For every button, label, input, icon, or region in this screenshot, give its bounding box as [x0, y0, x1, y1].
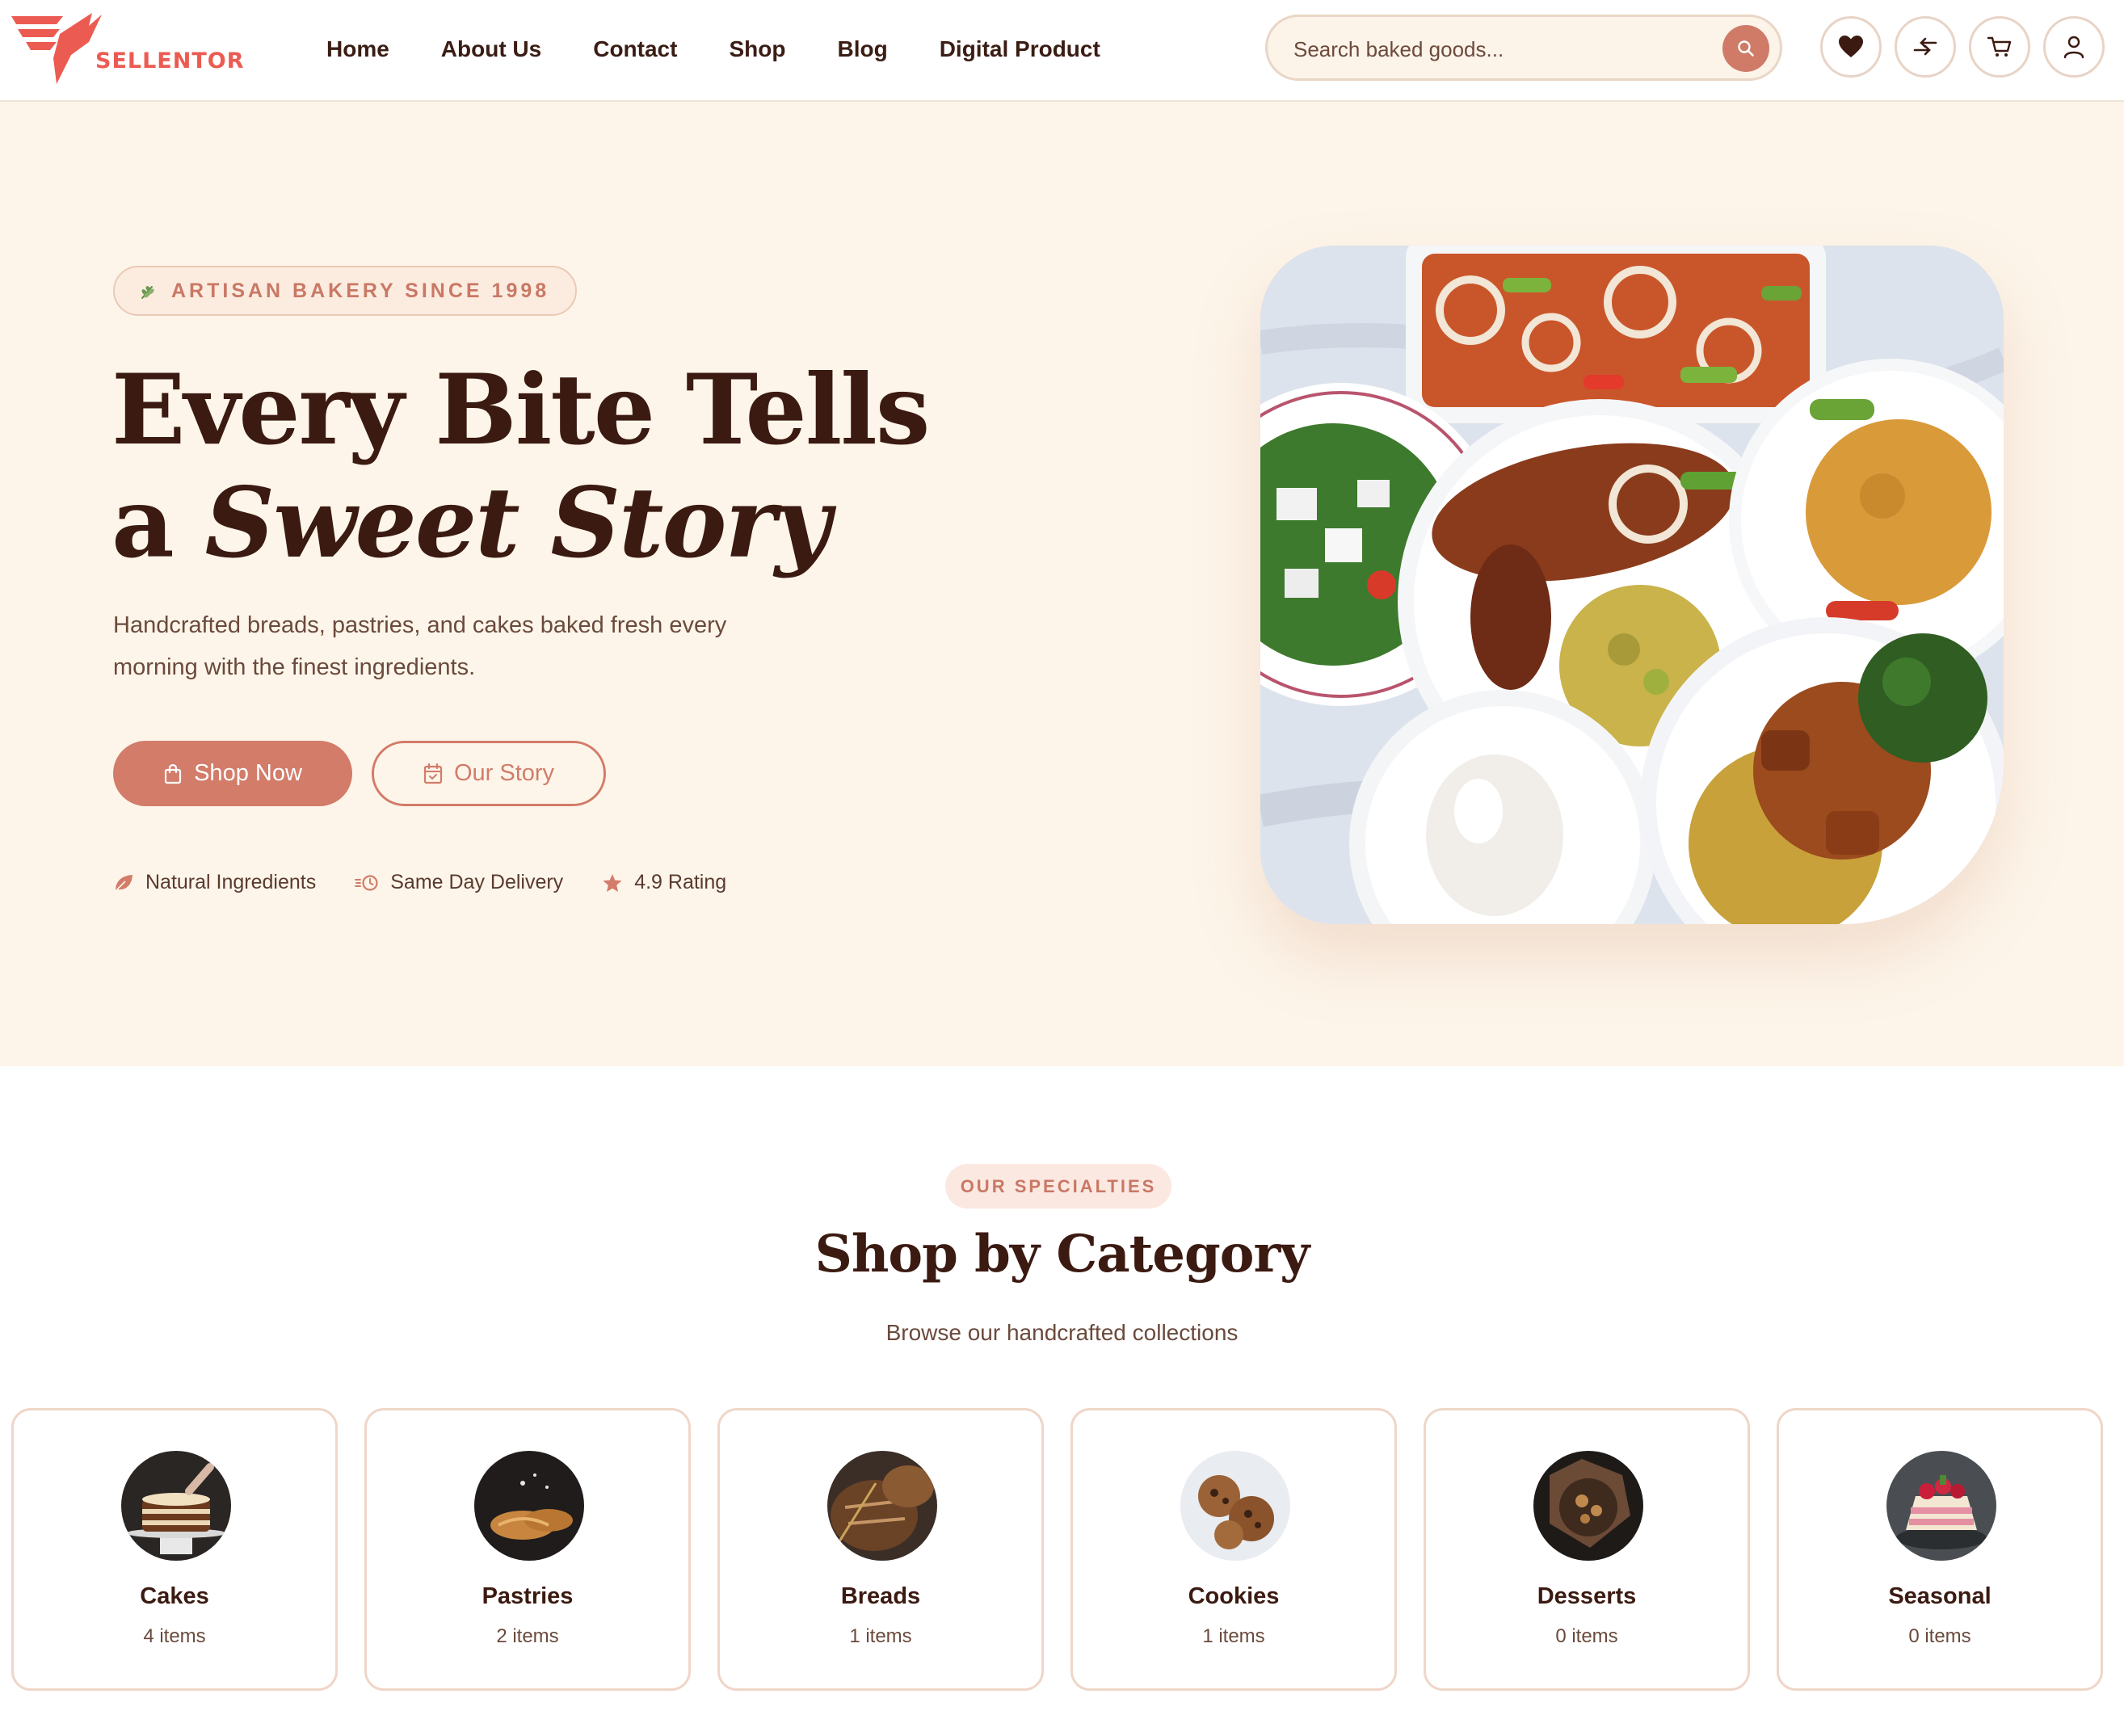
leaf-icon	[115, 874, 132, 892]
hero-title: Every Bite Tells a Sweet Story	[111, 353, 930, 580]
breads-image	[827, 1451, 937, 1561]
desserts-image	[1533, 1451, 1643, 1561]
category-card-cakes[interactable]: Cakes 4 items	[11, 1408, 338, 1691]
category-count: 2 items	[496, 1625, 559, 1647]
category-card-seasonal[interactable]: Seasonal 0 items	[1777, 1408, 2103, 1691]
seasonal-image	[1886, 1451, 1996, 1561]
feature-same-day-delivery: Same Day Delivery	[355, 871, 563, 894]
category-card-breads[interactable]: Breads 1 items	[717, 1408, 1044, 1691]
pastries-image	[474, 1451, 584, 1561]
fast-clock-icon	[355, 874, 378, 891]
nav-item-digital-product[interactable]: Digital Product	[940, 36, 1100, 62]
category-card-cookies[interactable]: Cookies 1 items	[1070, 1408, 1397, 1691]
nav-item-contact[interactable]: Contact	[593, 36, 677, 62]
feature-label: Natural Ingredients	[145, 871, 317, 893]
feature-natural-ingredients: Natural Ingredients	[113, 871, 316, 894]
hero-badge: ARTISAN BAKERY SINCE 1998	[113, 266, 578, 316]
compare-icon	[1913, 37, 1937, 56]
category-count: 0 items	[1555, 1625, 1618, 1647]
cakes-image	[121, 1451, 231, 1561]
shopping-bag-icon	[164, 763, 182, 784]
cart-button[interactable]	[1969, 16, 2030, 78]
category-name: Cakes	[140, 1583, 209, 1609]
category-count: 1 items	[1202, 1625, 1265, 1647]
hero-title-line1: Every Bite Tells	[111, 353, 930, 467]
logo[interactable]: SELLENTOR	[11, 10, 244, 87]
category-card-desserts[interactable]: Desserts 0 items	[1424, 1408, 1750, 1691]
feature-label: 4.9 Rating	[634, 871, 727, 893]
food-platter-illustration	[1260, 246, 2004, 924]
heart-icon	[1839, 36, 1863, 57]
category-card-pastries[interactable]: Pastries 2 items	[364, 1408, 691, 1691]
wheat-icon	[141, 286, 154, 299]
section-pill: OUR SPECIALTIES	[945, 1164, 1171, 1208]
feature-label: Same Day Delivery	[390, 871, 564, 893]
cart-icon	[1987, 36, 2012, 57]
search-button[interactable]	[1722, 25, 1769, 72]
site-header: SELLENTOR Home About Us Contact Shop Blo…	[0, 0, 2124, 102]
section-title: Shop by Category	[814, 1224, 1310, 1284]
search-input[interactable]	[1293, 35, 1697, 64]
hero-badge-text: ARTISAN BAKERY SINCE 1998	[171, 279, 550, 302]
category-count: 4 items	[143, 1625, 206, 1647]
category-name: Seasonal	[1888, 1583, 1992, 1609]
wishlist-button[interactable]	[1820, 16, 1882, 78]
search-icon	[1738, 40, 1754, 57]
shop-now-button[interactable]: Shop Now	[113, 741, 352, 806]
hero-title-line2-prefix: a	[111, 466, 205, 580]
compare-button[interactable]	[1895, 16, 1956, 78]
our-story-label: Our Story	[453, 760, 555, 786]
shop-now-label: Shop Now	[194, 760, 302, 786]
hero-food-image	[1260, 246, 2004, 924]
nav-item-shop[interactable]: Shop	[729, 36, 785, 62]
category-name: Pastries	[482, 1583, 574, 1609]
nav-item-home[interactable]: Home	[326, 36, 389, 62]
feature-rating: 4.9 Rating	[602, 871, 726, 894]
category-count: 0 items	[1908, 1625, 1971, 1647]
category-name: Cookies	[1188, 1583, 1280, 1609]
cookies-image	[1180, 1451, 1290, 1561]
hero-description: Handcrafted breads, pastries, and cakes …	[113, 612, 727, 680]
section-subtitle: Browse our handcrafted collections	[885, 1320, 1239, 1345]
brand-name: SELLENTOR	[95, 48, 245, 74]
calendar-icon	[423, 763, 443, 784]
our-story-button[interactable]: Our Story	[372, 741, 606, 806]
hero-title-accent: Sweet Story	[204, 466, 831, 580]
category-count: 1 items	[849, 1625, 912, 1647]
nav-item-about-us[interactable]: About Us	[441, 36, 541, 62]
hero-section: ARTISAN BAKERY SINCE 1998 Every Bite Tel…	[0, 102, 2124, 1066]
hero-features: Natural Ingredients Same Day Delivery 4.…	[113, 871, 765, 894]
user-icon	[2063, 36, 2084, 59]
star-icon	[603, 873, 622, 892]
search-bar	[1265, 15, 1782, 81]
category-name: Desserts	[1537, 1583, 1637, 1609]
account-button[interactable]	[2043, 16, 2105, 78]
category-name: Breads	[840, 1583, 921, 1609]
main-nav: Home About Us Contact Shop Blog Digital …	[326, 0, 1152, 99]
nav-item-blog[interactable]: Blog	[837, 36, 887, 62]
